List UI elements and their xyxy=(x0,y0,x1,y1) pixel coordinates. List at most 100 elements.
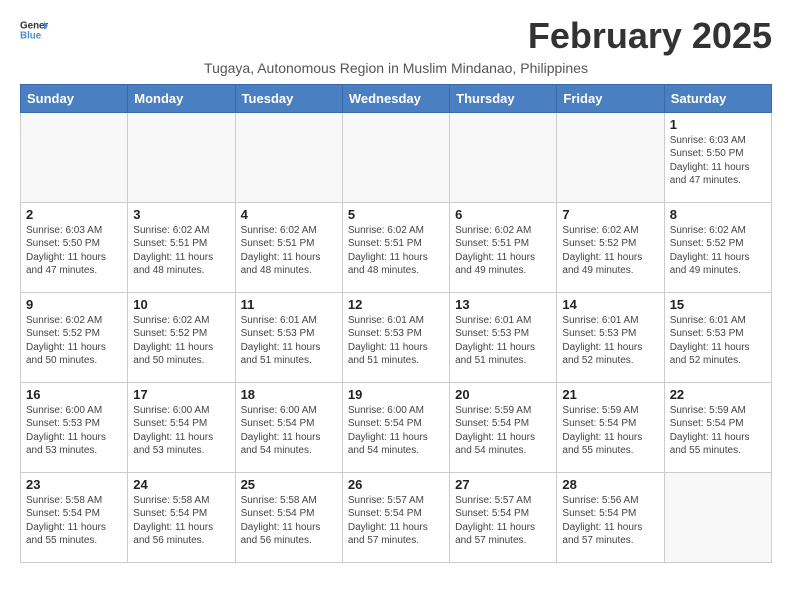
day-info: Sunrise: 6:03 AM Sunset: 5:50 PM Dayligh… xyxy=(26,224,122,278)
header-saturday: Saturday xyxy=(664,84,771,112)
day-info: Sunrise: 6:02 AM Sunset: 5:51 PM Dayligh… xyxy=(348,224,444,278)
day-number: 21 xyxy=(562,387,658,402)
day-cell: 5 Sunrise: 6:02 AM Sunset: 5:51 PM Daylig… xyxy=(342,202,449,292)
day-cell: 16 Sunrise: 6:00 AM Sunset: 5:53 PM Dayli… xyxy=(21,382,128,472)
day-cell xyxy=(235,112,342,202)
day-info: Sunrise: 6:02 AM Sunset: 5:51 PM Dayligh… xyxy=(455,224,551,278)
subtitle: Tugaya, Autonomous Region in Muslim Mind… xyxy=(20,60,772,76)
day-number: 1 xyxy=(670,117,766,132)
day-number: 12 xyxy=(348,297,444,312)
day-info: Sunrise: 6:01 AM Sunset: 5:53 PM Dayligh… xyxy=(670,314,766,368)
day-info: Sunrise: 5:56 AM Sunset: 5:54 PM Dayligh… xyxy=(562,494,658,548)
day-cell: 24 Sunrise: 5:58 AM Sunset: 5:54 PM Dayli… xyxy=(128,472,235,562)
day-info: Sunrise: 5:58 AM Sunset: 5:54 PM Dayligh… xyxy=(241,494,337,548)
day-cell: 13Sunrise: 6:01 AM Sunset: 5:53 PM Dayli… xyxy=(450,292,557,382)
day-cell: 8 Sunrise: 6:02 AM Sunset: 5:52 PM Daylig… xyxy=(664,202,771,292)
day-cell: 25 Sunrise: 5:58 AM Sunset: 5:54 PM Dayli… xyxy=(235,472,342,562)
day-cell: 10 Sunrise: 6:02 AM Sunset: 5:52 PM Dayli… xyxy=(128,292,235,382)
day-info: Sunrise: 5:58 AM Sunset: 5:54 PM Dayligh… xyxy=(133,494,229,548)
day-info: Sunrise: 6:00 AM Sunset: 5:54 PM Dayligh… xyxy=(133,404,229,458)
header-thursday: Thursday xyxy=(450,84,557,112)
calendar-table: Sunday Monday Tuesday Wednesday Thursday… xyxy=(20,84,772,563)
day-cell: 2 Sunrise: 6:03 AM Sunset: 5:50 PM Daylig… xyxy=(21,202,128,292)
day-info: Sunrise: 5:57 AM Sunset: 5:54 PM Dayligh… xyxy=(455,494,551,548)
day-number: 16 xyxy=(26,387,122,402)
title-block: February 2025 xyxy=(528,16,772,56)
day-cell: 7 Sunrise: 6:02 AM Sunset: 5:52 PM Daylig… xyxy=(557,202,664,292)
day-cell: 6 Sunrise: 6:02 AM Sunset: 5:51 PM Daylig… xyxy=(450,202,557,292)
day-number: 8 xyxy=(670,207,766,222)
day-info: Sunrise: 6:02 AM Sunset: 5:52 PM Dayligh… xyxy=(133,314,229,368)
calendar: Sunday Monday Tuesday Wednesday Thursday… xyxy=(20,84,772,563)
day-number: 5 xyxy=(348,207,444,222)
day-info: Sunrise: 5:59 AM Sunset: 5:54 PM Dayligh… xyxy=(562,404,658,458)
day-number: 28 xyxy=(562,477,658,492)
header-wednesday: Wednesday xyxy=(342,84,449,112)
day-number: 9 xyxy=(26,297,122,312)
day-number: 19 xyxy=(348,387,444,402)
day-cell: 4 Sunrise: 6:02 AM Sunset: 5:51 PM Daylig… xyxy=(235,202,342,292)
day-number: 20 xyxy=(455,387,551,402)
day-info: Sunrise: 6:02 AM Sunset: 5:52 PM Dayligh… xyxy=(562,224,658,278)
day-cell: 17Sunrise: 6:00 AM Sunset: 5:54 PM Dayli… xyxy=(128,382,235,472)
day-info: Sunrise: 6:02 AM Sunset: 5:52 PM Dayligh… xyxy=(26,314,122,368)
day-number: 13 xyxy=(455,297,551,312)
header-friday: Friday xyxy=(557,84,664,112)
day-cell: 28 Sunrise: 5:56 AM Sunset: 5:54 PM Dayli… xyxy=(557,472,664,562)
logo-icon: General Blue xyxy=(20,16,48,44)
day-cell: 21 Sunrise: 5:59 AM Sunset: 5:54 PM Dayli… xyxy=(557,382,664,472)
day-info: Sunrise: 6:02 AM Sunset: 5:52 PM Dayligh… xyxy=(670,224,766,278)
day-cell: 18Sunrise: 6:00 AM Sunset: 5:54 PM Dayli… xyxy=(235,382,342,472)
day-number: 14 xyxy=(562,297,658,312)
day-cell xyxy=(342,112,449,202)
day-cell: 19 Sunrise: 6:00 AM Sunset: 5:54 PM Dayli… xyxy=(342,382,449,472)
day-cell: 23 Sunrise: 5:58 AM Sunset: 5:54 PM Dayli… xyxy=(21,472,128,562)
day-info: Sunrise: 6:00 AM Sunset: 5:54 PM Dayligh… xyxy=(241,404,337,458)
day-cell: 14 Sunrise: 6:01 AM Sunset: 5:53 PM Dayli… xyxy=(557,292,664,382)
day-cell: 26Sunrise: 5:57 AM Sunset: 5:54 PM Dayli… xyxy=(342,472,449,562)
page: General Blue February 2025 Tugaya, Auton… xyxy=(0,0,792,573)
day-cell: 11 Sunrise: 6:01 AM Sunset: 5:53 PM Dayli… xyxy=(235,292,342,382)
day-number: 25 xyxy=(241,477,337,492)
header-row: Sunday Monday Tuesday Wednesday Thursday… xyxy=(21,84,772,112)
day-info: Sunrise: 5:59 AM Sunset: 5:54 PM Dayligh… xyxy=(455,404,551,458)
day-cell: 9 Sunrise: 6:02 AM Sunset: 5:52 PM Daylig… xyxy=(21,292,128,382)
day-number: 6 xyxy=(455,207,551,222)
day-info: Sunrise: 6:01 AM Sunset: 5:53 PM Dayligh… xyxy=(241,314,337,368)
day-number: 7 xyxy=(562,207,658,222)
day-info: Sunrise: 6:02 AM Sunset: 5:51 PM Dayligh… xyxy=(133,224,229,278)
day-info: Sunrise: 6:03 AM Sunset: 5:50 PM Dayligh… xyxy=(670,134,766,188)
day-number: 3 xyxy=(133,207,229,222)
day-number: 4 xyxy=(241,207,337,222)
day-cell xyxy=(128,112,235,202)
day-number: 10 xyxy=(133,297,229,312)
day-number: 22 xyxy=(670,387,766,402)
day-number: 24 xyxy=(133,477,229,492)
day-number: 11 xyxy=(241,297,337,312)
header-tuesday: Tuesday xyxy=(235,84,342,112)
day-cell: 27 Sunrise: 5:57 AM Sunset: 5:54 PM Dayli… xyxy=(450,472,557,562)
day-cell: 12Sunrise: 6:01 AM Sunset: 5:53 PM Dayli… xyxy=(342,292,449,382)
day-info: Sunrise: 5:59 AM Sunset: 5:54 PM Dayligh… xyxy=(670,404,766,458)
day-info: Sunrise: 6:01 AM Sunset: 5:53 PM Dayligh… xyxy=(562,314,658,368)
day-number: 15 xyxy=(670,297,766,312)
day-number: 27 xyxy=(455,477,551,492)
day-cell: 1 Sunrise: 6:03 AM Sunset: 5:50 PM Daylig… xyxy=(664,112,771,202)
day-info: Sunrise: 6:00 AM Sunset: 5:53 PM Dayligh… xyxy=(26,404,122,458)
day-cell xyxy=(21,112,128,202)
day-cell xyxy=(450,112,557,202)
day-number: 2 xyxy=(26,207,122,222)
header-monday: Monday xyxy=(128,84,235,112)
day-number: 26 xyxy=(348,477,444,492)
logo: General Blue xyxy=(20,16,48,44)
day-cell: 22 Sunrise: 5:59 AM Sunset: 5:54 PM Dayli… xyxy=(664,382,771,472)
day-info: Sunrise: 6:00 AM Sunset: 5:54 PM Dayligh… xyxy=(348,404,444,458)
day-cell: 3 Sunrise: 6:02 AM Sunset: 5:51 PM Daylig… xyxy=(128,202,235,292)
header: General Blue February 2025 xyxy=(20,16,772,56)
day-cell: 20 Sunrise: 5:59 AM Sunset: 5:54 PM Dayli… xyxy=(450,382,557,472)
day-number: 23 xyxy=(26,477,122,492)
header-sunday: Sunday xyxy=(21,84,128,112)
day-info: Sunrise: 6:02 AM Sunset: 5:51 PM Dayligh… xyxy=(241,224,337,278)
day-cell: 15 Sunrise: 6:01 AM Sunset: 5:53 PM Dayli… xyxy=(664,292,771,382)
day-info: Sunrise: 5:58 AM Sunset: 5:54 PM Dayligh… xyxy=(26,494,122,548)
